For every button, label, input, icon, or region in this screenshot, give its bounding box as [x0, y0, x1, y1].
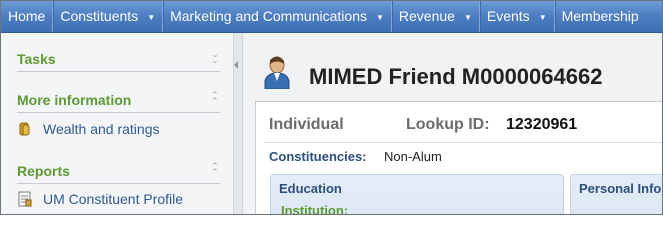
personal-info-title: Personal Info [579, 181, 662, 196]
nav-home-label: Home [8, 8, 46, 24]
wealth-and-ratings-label: Wealth and ratings [43, 121, 160, 137]
app-window: Home Constituents ▼ Marketing and Communi… [0, 0, 663, 215]
nav-events[interactable]: Events ▼ [480, 1, 555, 32]
more-information-header[interactable]: More information ⌃ ⌃ [17, 90, 220, 113]
nav-membership-label: Membership [561, 8, 639, 24]
nav-revenue-label: Revenue [398, 8, 455, 24]
wealth-and-ratings-link[interactable]: Wealth and ratings [17, 121, 159, 137]
collapse-left-icon[interactable] [234, 61, 238, 69]
institution-label: Institution: [281, 203, 349, 215]
caret-down-icon: ▼ [538, 12, 547, 22]
caret-down-icon: ▼ [463, 12, 472, 22]
nav-events-label: Events [486, 8, 530, 24]
um-constituent-profile-label: UM Constituent Profile [43, 191, 184, 207]
main-content: MIMED Friend M0000064662 Individual Look… [243, 33, 662, 214]
summary-panel: Individual Lookup ID: 12320961 Constitue… [255, 101, 662, 215]
caret-down-icon: ▼ [147, 12, 156, 22]
lookup-id-label: Lookup ID: [406, 116, 490, 133]
tasks-title: Tasks [17, 51, 56, 67]
divider [264, 142, 662, 143]
person-icon [263, 55, 291, 90]
nav-membership[interactable]: Membership [555, 1, 646, 32]
coins-icon [17, 121, 33, 137]
um-constituent-profile-link[interactable]: UM Constituent Profile [17, 191, 183, 207]
reports-title: Reports [17, 163, 70, 179]
personal-info-section: Personal Info [570, 174, 662, 214]
constituencies-label: Constituencies: [269, 149, 367, 164]
constituent-type: Individual [269, 116, 344, 133]
education-title: Education [279, 181, 342, 196]
reports-header[interactable]: Reports ⌃ ⌃ [17, 161, 220, 184]
more-information-title: More information [17, 92, 132, 108]
collapse-icon[interactable]: ⌃ ⌃ [210, 162, 220, 177]
report-icon [17, 191, 33, 207]
collapse-icon[interactable]: ⌃ ⌃ [210, 91, 220, 106]
tasks-header[interactable]: Tasks ⌄ ⌄ [17, 49, 220, 72]
top-nav-bar: Home Constituents ▼ Marketing and Communi… [1, 1, 662, 33]
expand-icon[interactable]: ⌄ ⌄ [210, 50, 220, 65]
nav-revenue[interactable]: Revenue ▼ [392, 1, 480, 32]
lookup-id-value: 12320961 [506, 116, 578, 133]
sidebar: Tasks ⌄ ⌄ More information ⌃ ⌃ Wealth and … [1, 33, 233, 214]
caret-down-icon: ▼ [375, 12, 384, 22]
sidebar-splitter[interactable] [233, 33, 243, 214]
nav-marketing-label: Marketing and Communications [170, 8, 367, 24]
nav-constituents-label: Constituents [60, 8, 139, 24]
record-title: MIMED Friend M0000064662 [309, 64, 603, 89]
nav-home[interactable]: Home [1, 1, 54, 32]
nav-marketing[interactable]: Marketing and Communications ▼ [163, 1, 392, 32]
constituencies-value: Non-Alum [384, 149, 442, 164]
education-section: Education Institution: [270, 174, 564, 215]
nav-constituents[interactable]: Constituents ▼ [53, 1, 164, 32]
